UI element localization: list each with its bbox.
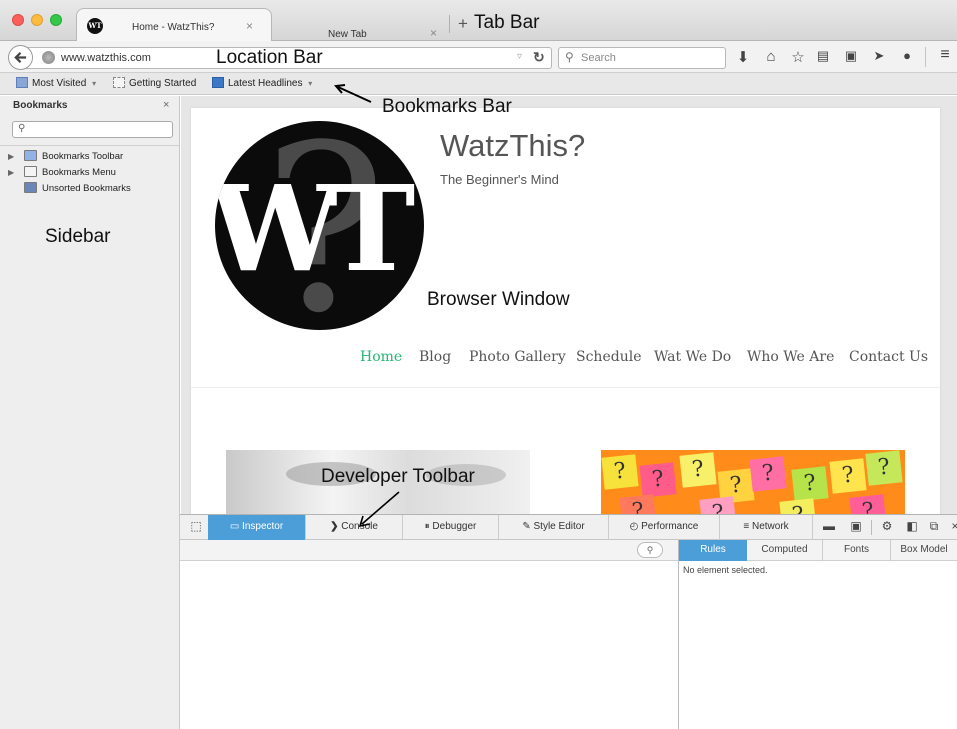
annotation-bookmarks-bar: Bookmarks Bar: [382, 96, 512, 117]
annotation-sidebar: Sidebar: [45, 226, 111, 247]
annotation-location-bar: Location Bar: [216, 47, 323, 68]
annotation-browser-window: Browser Window: [427, 289, 570, 310]
annotation-tab-bar: Tab Bar: [474, 12, 540, 33]
annotation-developer-toolbar: Developer Toolbar: [321, 466, 475, 487]
annotation-arrow-devtools: [361, 491, 400, 525]
annotation-arrow-bookmarks: [337, 86, 372, 103]
